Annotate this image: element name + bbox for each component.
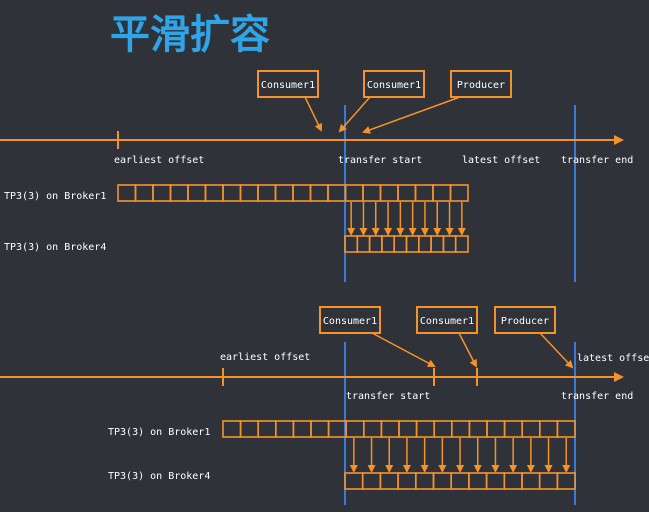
log-segment-cell [450,472,470,490]
log-segment-cell [417,235,432,253]
diagram-bottom: earliest offset transfer start latest of… [0,306,649,505]
replication-arrows [349,438,571,473]
log-segment-cell [134,184,154,202]
page-title: 平滑扩容 [110,12,270,58]
log-segment-cell [556,420,576,438]
log-segment-cell [204,184,224,202]
broker4-log-segments [344,235,469,253]
consumer-callout: Consumer1 [338,70,425,133]
log-segment-cell [538,420,559,438]
log-segment-cell [450,420,471,438]
transfer-start-label: transfer start [346,391,430,402]
log-segment-cell [239,184,259,202]
log-segment-cell [274,184,294,202]
log-segment-cell [274,420,295,438]
transfer-end-label: transfer end [561,155,633,166]
log-segment-cell [397,472,417,490]
broker4-label: TP3(3) on Broker4 [4,242,106,253]
log-segment-cell [239,420,260,438]
log-segment-cell [393,235,408,253]
log-segment-cell [430,235,445,253]
log-segment-cell [414,184,434,202]
log-segment-cell [468,472,488,490]
log-segment-cell [327,184,347,202]
log-segment-cell [468,420,488,438]
latest-offset-label: latest offset [577,353,649,364]
broker1-log-segments [222,420,576,438]
log-segment-cell [222,420,242,438]
producer-callout: Producer [494,306,574,369]
diagram-top: earliest offset transfer start latest of… [0,70,633,282]
consumer-callout: Consumer1 [416,306,478,368]
log-segment-cell [309,184,329,202]
log-segment-cell [292,420,312,438]
earliest-offset-label: earliest offset [114,155,204,166]
log-segment-cell [345,420,365,438]
callout-label: Consumer1 [420,316,474,327]
log-segment-cell [257,420,277,438]
broker4-label: TP3(3) on Broker4 [108,471,210,482]
log-segment-cell [556,472,576,490]
log-segment-cell [414,472,435,490]
log-segment-cell [432,184,452,202]
log-segment-cell [356,235,371,253]
log-segment-cell [398,420,418,438]
log-segment-cell [503,472,523,490]
log-segment-cell [361,472,382,490]
log-segment-cell [169,184,189,202]
log-segment-cell [405,235,420,253]
log-segment-cell [257,184,277,202]
transfer-end-label: transfer end [561,391,633,402]
broker4-log-segments [344,472,576,490]
log-segment-cell [486,420,506,438]
log-segment-cell [327,420,348,438]
callout-label: Producer [457,80,505,91]
log-segment-cell [222,184,242,202]
scaling-diagram: 平滑扩容 earliest offset transfer start late… [0,12,649,505]
log-segment-cell [449,184,469,202]
consumer-callout: Consumer1 [257,70,322,132]
log-segment-cell [344,472,364,490]
log-segment-cell [362,420,383,438]
log-segment-cell [432,472,453,490]
callout-label: Consumer1 [261,80,315,91]
log-segment-cell [152,184,172,202]
log-segment-cell [117,184,137,202]
log-segment-cell [362,184,382,202]
log-segment-cell [379,184,399,202]
log-segment-cell [187,184,207,202]
log-segment-cell [415,420,436,438]
log-segment-cell [368,235,383,253]
log-segment-cell [397,184,417,202]
callout-label: Producer [501,316,549,327]
log-segment-cell [310,420,330,438]
log-segment-cell [538,472,559,490]
callout-label: Consumer1 [323,316,377,327]
log-segment-cell [379,472,399,490]
broker1-label: TP3(3) on Broker1 [4,191,106,202]
transfer-start-label: transfer start [338,155,422,166]
latest-offset-label: latest offset [462,155,540,166]
callout-label: Consumer1 [367,80,421,91]
log-segment-cell [521,472,541,490]
log-segment-cell [503,420,524,438]
log-segment-cell [442,235,457,253]
log-segment-cell [521,420,541,438]
replication-arrows [347,202,466,236]
log-segment-cell [344,235,359,253]
log-segment-cell [380,420,400,438]
log-segment-cell [433,420,453,438]
log-segment-cell [292,184,312,202]
earliest-offset-label: earliest offset [220,352,310,363]
log-segment-cell [344,184,364,202]
broker1-log-segments [117,184,469,202]
log-segment-cell [454,235,469,253]
broker1-label: TP3(3) on Broker1 [108,427,210,438]
log-segment-cell [485,472,506,490]
log-segment-cell [381,235,395,253]
